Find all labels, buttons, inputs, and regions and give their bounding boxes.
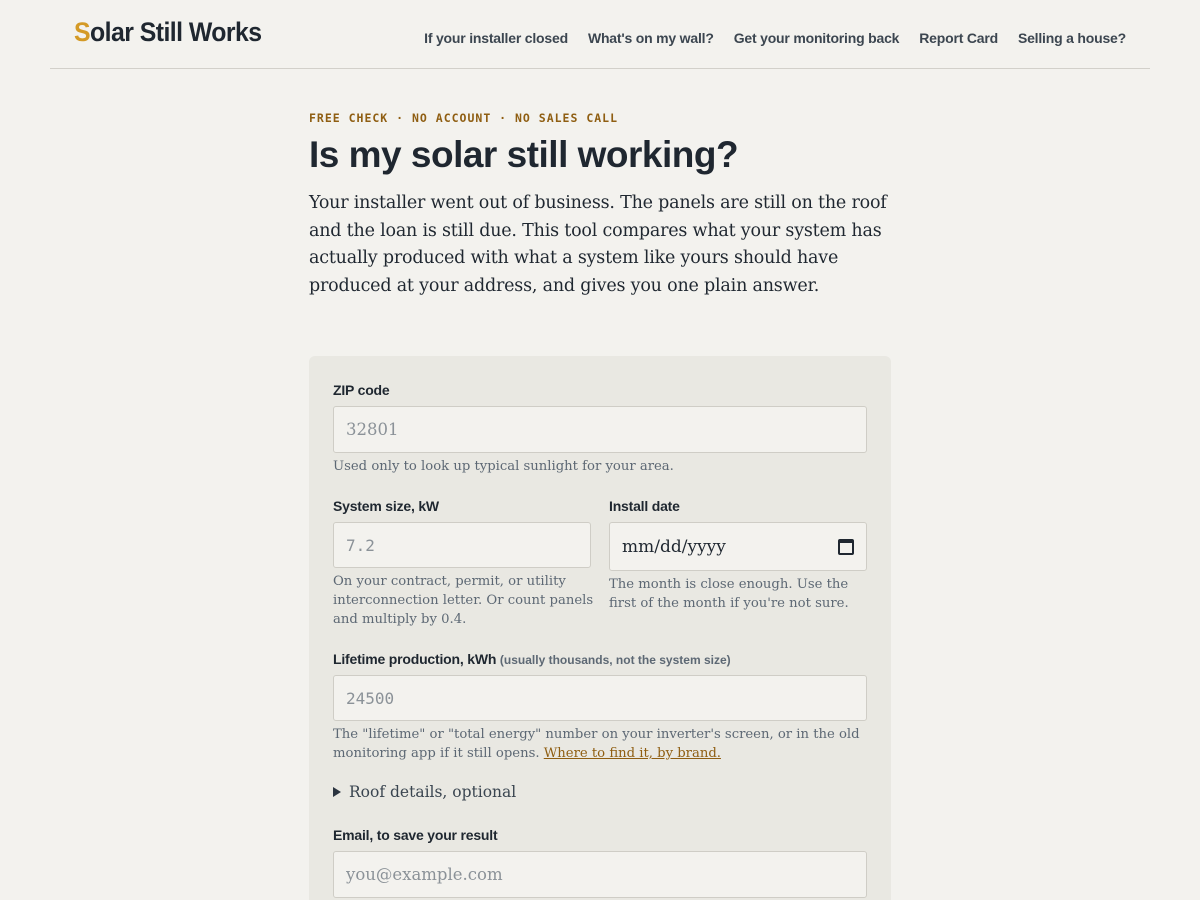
email-input-field[interactable] <box>346 865 854 884</box>
lifetime-production-help: The "lifetime" or "total energy" number … <box>333 725 867 763</box>
calendar-icon[interactable] <box>838 538 854 555</box>
lifetime-production-label: Lifetime production, kWh (usually thousa… <box>333 651 731 667</box>
eyebrow-text: FREE CHECK · NO ACCOUNT · NO SALES CALL <box>309 111 619 125</box>
nav-link-installer-closed[interactable]: If your installer closed <box>424 30 568 46</box>
logo-text: olar Still Works <box>90 17 262 47</box>
zip-label: ZIP code <box>333 382 390 398</box>
email-label: Email, to save your result <box>333 827 498 843</box>
logo-initial: S <box>74 17 91 47</box>
install-date-input[interactable]: mm/dd/yyyy <box>609 522 867 571</box>
nav-link-whats-on-my-wall[interactable]: What's on my wall? <box>588 30 714 46</box>
system-size-label: System size, kW <box>333 498 439 514</box>
site-logo[interactable]: Solar Still Works <box>74 17 262 48</box>
system-size-input[interactable] <box>333 522 591 568</box>
install-date-help: The month is close enough. Use the first… <box>609 577 849 611</box>
install-date-value: mm/dd/yyyy <box>622 536 726 557</box>
nav-link-report-card[interactable]: Report Card <box>919 30 998 46</box>
zip-input-field[interactable] <box>346 420 854 439</box>
lifetime-production-input[interactable] <box>333 675 867 721</box>
roof-details-label: Roof details, optional <box>349 783 517 801</box>
install-date-label: Install date <box>609 498 680 514</box>
roof-details-toggle[interactable]: Roof details, optional <box>333 783 516 801</box>
main-nav: If your installer closed What's on my wa… <box>424 30 1126 46</box>
disclosure-triangle-icon <box>333 787 341 797</box>
nav-link-selling-house[interactable]: Selling a house? <box>1018 30 1126 46</box>
lifetime-production-sublabel: (usually thousands, not the system size) <box>499 653 731 667</box>
lifetime-production-input-field[interactable] <box>346 688 854 708</box>
email-input[interactable] <box>333 851 867 898</box>
zip-input[interactable] <box>333 406 867 453</box>
lifetime-production-label-text: Lifetime production, kWh <box>333 651 497 667</box>
system-size-help: On your contract, permit, or utility int… <box>333 574 594 627</box>
nav-link-monitoring-back[interactable]: Get your monitoring back <box>734 30 900 46</box>
site-header: Solar Still Works If your installer clos… <box>50 0 1150 69</box>
intro-paragraph: Your installer went out of business. The… <box>309 193 887 296</box>
system-size-input-field[interactable] <box>346 535 578 555</box>
where-to-find-link[interactable]: Where to find it, by brand. <box>544 746 721 761</box>
zip-help: Used only to look up typical sunlight fo… <box>333 459 674 474</box>
page-title: Is my solar still working? <box>309 134 739 175</box>
